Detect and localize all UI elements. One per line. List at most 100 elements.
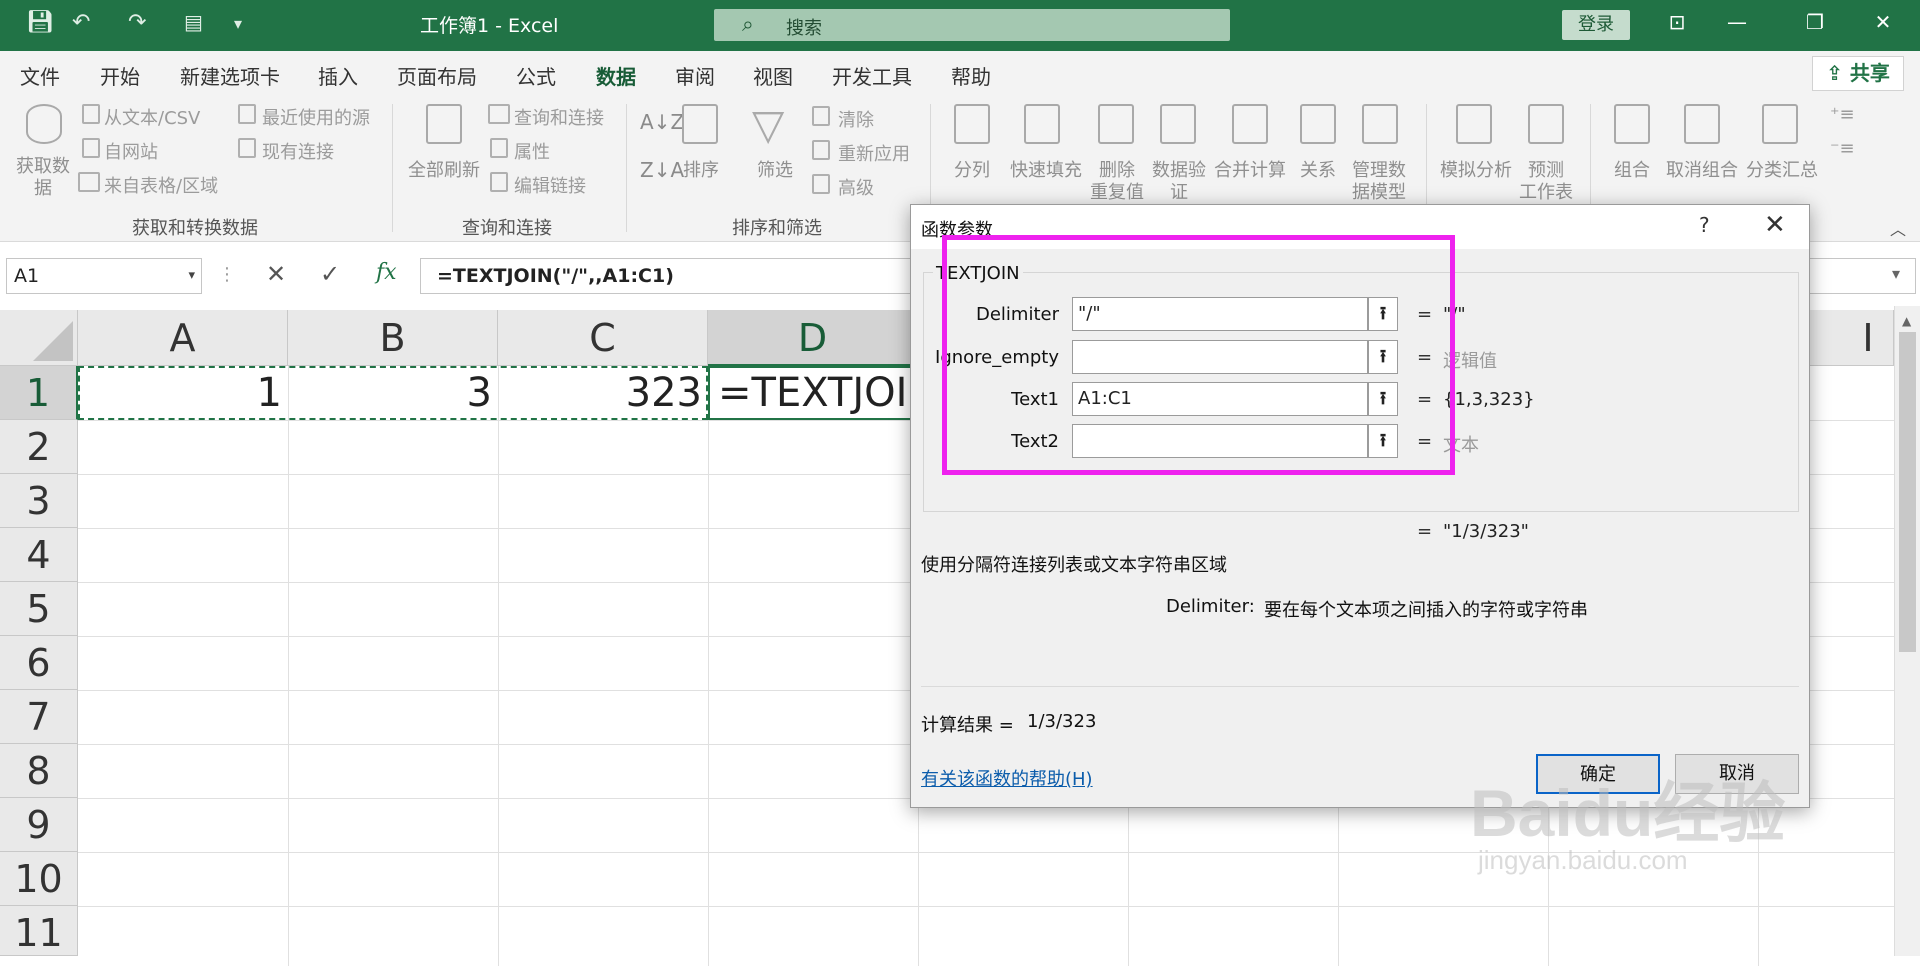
clear-button[interactable]: 清除	[838, 106, 874, 132]
chevron-down-icon[interactable]: ▾	[188, 259, 195, 293]
column-header-b[interactable]: B	[288, 310, 498, 366]
subtotal-button[interactable]: 分类汇总	[1742, 156, 1822, 182]
hide-detail-icon[interactable]: ⁻≡	[1830, 138, 1855, 159]
search-box[interactable]: ⌕ 搜索	[714, 9, 1230, 41]
advanced-button[interactable]: 高级	[838, 174, 874, 200]
name-box[interactable]: A1 ▾	[6, 258, 202, 294]
relationships-button[interactable]: 关系	[1296, 156, 1340, 182]
title-bar: 💾︎ ↶ ↷ ▤ ▾ 工作簿1 - Excel ⌕ 搜索 登录 ⊡ — ❐ ✕	[0, 0, 1920, 51]
tab-new[interactable]: 新建选项卡	[180, 61, 280, 90]
subtotal-icon	[1762, 104, 1798, 144]
redo-icon[interactable]: ↷	[128, 10, 146, 35]
row-header-5[interactable]: 5	[0, 582, 78, 636]
cell-d1[interactable]: =TEXTJOIN	[708, 366, 918, 420]
show-detail-icon[interactable]: ⁺≡	[1830, 104, 1855, 125]
tab-file[interactable]: 文件	[20, 61, 60, 90]
existing-connections-icon	[238, 138, 256, 158]
select-all-button[interactable]	[0, 310, 78, 366]
search-placeholder: 搜索	[786, 18, 822, 39]
ungroup-button[interactable]: 取消组合	[1662, 156, 1742, 182]
relationships-icon	[1300, 104, 1336, 144]
refresh-all-button[interactable]: 全部刷新	[404, 156, 484, 182]
column-header-i[interactable]: I	[1848, 310, 1888, 366]
get-data-button[interactable]: 获取数据	[10, 156, 76, 200]
form-icon[interactable]: ▤	[184, 10, 203, 34]
restore-icon[interactable]: ❐	[1800, 10, 1830, 34]
data-model-button-2[interactable]: 据模型	[1346, 178, 1412, 204]
tab-data[interactable]: 数据	[596, 61, 636, 99]
overall-result: "1/3/323"	[1443, 521, 1529, 542]
customize-qat-icon[interactable]: ▾	[234, 14, 242, 33]
column-header-c[interactable]: C	[498, 310, 708, 366]
flash-fill-button[interactable]: 快速填充	[1006, 156, 1086, 182]
properties-button[interactable]: 属性	[514, 138, 550, 164]
function-help-link[interactable]: 有关该函数的帮助(H)	[921, 765, 1093, 791]
dialog-close-icon[interactable]: ✕	[1764, 210, 1786, 240]
row-header-10[interactable]: 10	[0, 852, 78, 906]
cancel-icon[interactable]: ✕	[266, 260, 286, 288]
close-icon[interactable]: ✕	[1868, 10, 1898, 34]
text-to-columns-button[interactable]: 分列	[950, 156, 994, 182]
tab-insert[interactable]: 插入	[318, 61, 358, 90]
row-header-2[interactable]: 2	[0, 420, 78, 474]
collapse-ribbon-icon[interactable]: ︿	[1890, 216, 1906, 240]
tab-developer[interactable]: 开发工具	[832, 61, 912, 90]
remove-duplicates-button-2[interactable]: 重复值	[1086, 178, 1148, 204]
row-header-1[interactable]: 1	[0, 366, 78, 420]
expand-formula-icon[interactable]: ▾	[1892, 264, 1900, 283]
filter-button[interactable]: 筛选	[754, 156, 796, 182]
help-icon[interactable]: ?	[1699, 213, 1710, 237]
row-header-8[interactable]: 8	[0, 744, 78, 798]
from-table-button[interactable]: 来自表格/区域	[104, 172, 218, 198]
share-icon: ⇪	[1826, 61, 1850, 85]
tab-view[interactable]: 视图	[753, 61, 793, 90]
reapply-button[interactable]: 重新应用	[838, 140, 910, 166]
row-header-9[interactable]: 9	[0, 798, 78, 852]
tab-home[interactable]: 开始	[100, 61, 140, 90]
what-if-button[interactable]: 模拟分析	[1436, 156, 1516, 182]
gridline	[708, 366, 709, 966]
edit-links-button[interactable]: 编辑链接	[514, 172, 586, 198]
enter-icon[interactable]: ✓	[320, 260, 340, 288]
tab-help[interactable]: 帮助	[951, 61, 991, 90]
scroll-thumb[interactable]	[1899, 332, 1916, 652]
row-header-4[interactable]: 4	[0, 528, 78, 582]
sort-button[interactable]: 排序	[680, 156, 722, 182]
recent-sources-button[interactable]: 最近使用的源	[262, 104, 370, 130]
queries-connections-button[interactable]: 查询和连接	[514, 104, 604, 130]
scroll-up-icon[interactable]: ▲	[1902, 314, 1911, 328]
undo-icon[interactable]: ↶	[72, 10, 90, 35]
gridline	[78, 906, 1898, 907]
column-header-d[interactable]: D	[708, 310, 918, 366]
minimize-icon[interactable]: —	[1722, 10, 1752, 34]
row-header-11[interactable]: 11	[0, 906, 78, 956]
ribbon-display-icon[interactable]: ⊡	[1662, 10, 1692, 34]
from-web-button[interactable]: 自网站	[104, 138, 158, 164]
advanced-icon	[812, 174, 830, 194]
consolidate-button[interactable]: 合并计算	[1210, 156, 1290, 182]
column-header-a[interactable]: A	[78, 310, 288, 366]
tab-review[interactable]: 审阅	[675, 61, 715, 90]
clear-icon	[812, 106, 830, 126]
calc-result-label: 计算结果 =	[921, 715, 1014, 736]
reapply-icon	[812, 140, 830, 160]
insert-function-icon[interactable]: fx	[376, 260, 397, 285]
data-validation-icon	[1160, 104, 1196, 144]
remove-duplicates-icon	[1098, 104, 1134, 144]
save-icon[interactable]: 💾︎	[26, 10, 54, 35]
row-header-7[interactable]: 7	[0, 690, 78, 744]
row-header-6[interactable]: 6	[0, 636, 78, 690]
existing-connections-button[interactable]: 现有连接	[262, 138, 334, 164]
vertical-scrollbar[interactable]: ▲	[1894, 306, 1920, 956]
share-button[interactable]: ⇪ 共享	[1812, 56, 1904, 91]
tab-page-layout[interactable]: 页面布局	[397, 61, 477, 90]
forecast-sheet-button-2[interactable]: 工作表	[1516, 178, 1576, 204]
login-button[interactable]: 登录	[1562, 10, 1630, 40]
group-button[interactable]: 组合	[1610, 156, 1654, 182]
data-validation-button-2[interactable]: 证	[1148, 178, 1210, 204]
sort-za-icon[interactable]: Z↓A	[640, 158, 684, 182]
tab-formulas[interactable]: 公式	[516, 61, 556, 90]
row-header-3[interactable]: 3	[0, 474, 78, 528]
from-text-csv-button[interactable]: 从文本/CSV	[104, 104, 200, 130]
sort-az-icon[interactable]: A↓Z	[640, 110, 684, 134]
